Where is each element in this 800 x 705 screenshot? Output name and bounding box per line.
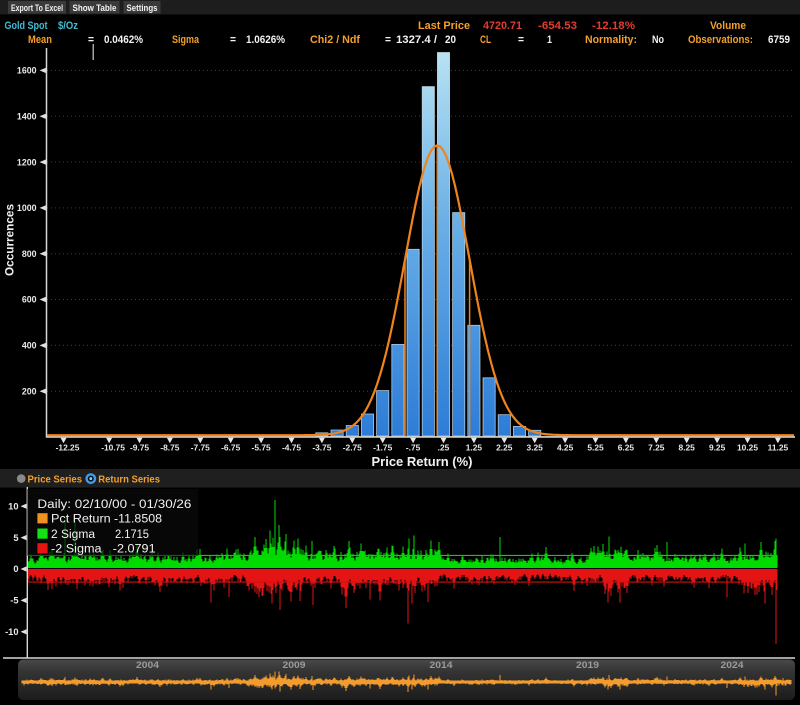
svg-text:-5: -5 xyxy=(10,596,18,606)
svg-text:Mean: Mean xyxy=(28,34,52,46)
svg-text:5.25: 5.25 xyxy=(587,443,604,453)
svg-text:4720.71: 4720.71 xyxy=(483,20,522,32)
svg-text:2009: 2009 xyxy=(283,660,306,670)
svg-text:-1.75: -1.75 xyxy=(373,443,392,453)
svg-text:Volume: Volume xyxy=(710,20,746,32)
svg-text:Gold Spot: Gold Spot xyxy=(5,20,48,32)
svg-text:800: 800 xyxy=(22,249,37,259)
svg-text:-8.75: -8.75 xyxy=(160,443,179,453)
svg-text:-.75: -.75 xyxy=(406,443,421,453)
svg-text:-7.75: -7.75 xyxy=(191,443,210,453)
svg-text:-10: -10 xyxy=(5,627,18,637)
svg-text:2004: 2004 xyxy=(136,660,159,670)
svg-text:Observations:: Observations: xyxy=(688,34,753,46)
svg-text:1200: 1200 xyxy=(17,157,37,167)
svg-text:Chi2 / Ndf: Chi2 / Ndf xyxy=(310,34,360,46)
svg-text:Pct Return: Pct Return xyxy=(51,514,111,526)
svg-text:200: 200 xyxy=(22,386,37,396)
svg-text:Price Series: Price Series xyxy=(28,475,83,486)
svg-text:-6.75: -6.75 xyxy=(221,443,240,453)
svg-text:1.25: 1.25 xyxy=(466,443,483,453)
svg-text:-3.75: -3.75 xyxy=(312,443,331,453)
svg-text:=: = xyxy=(518,34,524,46)
svg-text:2019: 2019 xyxy=(576,660,599,670)
svg-text:3.25: 3.25 xyxy=(527,443,544,453)
svg-text:6.25: 6.25 xyxy=(618,443,635,453)
svg-text:400: 400 xyxy=(22,341,37,351)
svg-text:No: No xyxy=(652,34,664,46)
svg-text:11.25: 11.25 xyxy=(768,443,789,453)
svg-text:20: 20 xyxy=(445,34,456,46)
svg-text:2.1715: 2.1715 xyxy=(115,529,149,541)
svg-text:-2 Sigma: -2 Sigma xyxy=(51,544,102,556)
svg-text:-9.75: -9.75 xyxy=(130,443,149,453)
svg-text:9.25: 9.25 xyxy=(709,443,726,453)
svg-text:7.25: 7.25 xyxy=(648,443,665,453)
svg-text:-10.75: -10.75 xyxy=(101,443,125,453)
svg-text:1: 1 xyxy=(547,34,552,46)
svg-text:Show Table: Show Table xyxy=(73,3,117,14)
svg-text:600: 600 xyxy=(22,295,37,305)
svg-text:Export To Excel: Export To Excel xyxy=(11,3,63,14)
svg-text:0: 0 xyxy=(13,564,18,574)
svg-text:-12.18%: -12.18% xyxy=(592,20,635,32)
svg-text:=: = xyxy=(230,34,236,46)
svg-text:-4.75: -4.75 xyxy=(282,443,301,453)
svg-text:$/Oz: $/Oz xyxy=(58,20,78,32)
svg-text:2 Sigma: 2 Sigma xyxy=(51,529,96,541)
svg-text:10.25: 10.25 xyxy=(737,443,758,453)
svg-text:2024: 2024 xyxy=(721,660,744,670)
svg-text:0.0462%: 0.0462% xyxy=(104,34,143,46)
svg-text:-654.53: -654.53 xyxy=(538,20,577,32)
svg-text:Last Price: Last Price xyxy=(418,20,470,32)
svg-text:Occurrences: Occurrences xyxy=(5,204,17,276)
svg-text:Sigma: Sigma xyxy=(172,34,200,46)
svg-text:6759: 6759 xyxy=(768,34,790,46)
svg-text:-5.75: -5.75 xyxy=(252,443,271,453)
svg-text:10: 10 xyxy=(8,501,18,511)
svg-text:2.25: 2.25 xyxy=(496,443,513,453)
svg-text:-2.0791: -2.0791 xyxy=(113,544,156,556)
svg-text:CL: CL xyxy=(480,34,491,46)
svg-text:1400: 1400 xyxy=(17,112,37,122)
svg-text:5: 5 xyxy=(13,533,18,543)
svg-text:Daily: 02/10/00 - 01/30/26: Daily: 02/10/00 - 01/30/26 xyxy=(37,499,191,511)
svg-text:Settings: Settings xyxy=(127,3,158,14)
svg-text:-11.8508: -11.8508 xyxy=(114,514,162,526)
svg-text:-2.75: -2.75 xyxy=(343,443,362,453)
svg-text:Normality:: Normality: xyxy=(585,34,637,46)
svg-text:8.25: 8.25 xyxy=(679,443,696,453)
svg-text:2014: 2014 xyxy=(430,660,453,670)
svg-text:.25: .25 xyxy=(438,443,450,453)
svg-text:=: = xyxy=(385,34,391,46)
svg-text:1000: 1000 xyxy=(17,203,37,213)
svg-text:Price Return (%): Price Return (%) xyxy=(372,454,473,469)
svg-text:4.25: 4.25 xyxy=(557,443,574,453)
svg-text:1600: 1600 xyxy=(17,66,37,76)
svg-text:1.0626%: 1.0626% xyxy=(246,34,285,46)
svg-text:Return Series: Return Series xyxy=(98,475,160,486)
svg-text:1327.4 /: 1327.4 / xyxy=(396,34,437,46)
svg-text:-12.25: -12.25 xyxy=(56,443,80,453)
